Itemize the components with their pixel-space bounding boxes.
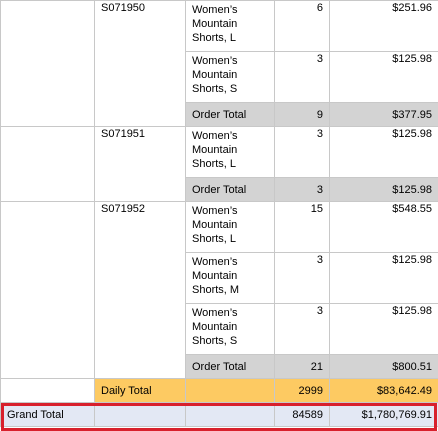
order-number: S071951 [95,127,186,202]
date-cell [1,1,95,127]
table-row: S071950 Women’s Mountain Shorts, L 6 $25… [1,1,438,52]
line-total: $125.98 [330,253,438,304]
line-total: $251.96 [330,1,438,52]
grand-total-amount: $1,780,769.91 [330,403,438,427]
grand-total-row: Grand Total 84589 $1,780,769.91 [1,403,438,427]
line-total: $125.98 [330,127,438,178]
order-total-label: Order Total [186,355,275,379]
grand-total-quantity: 84589 [275,403,330,427]
quantity: 15 [275,202,330,253]
order-total-label: Order Total [186,178,275,202]
order-total-quantity: 21 [275,355,330,379]
product-name: Women’s Mountain Shorts, L [186,127,275,178]
order-total-label: Order Total [186,103,275,127]
order-total-amount: $125.98 [330,178,438,202]
quantity: 3 [275,52,330,103]
daily-total-row: Daily Total 2999 $83,642.49 [1,379,438,403]
daily-total-label: Daily Total [95,379,186,403]
report-table: S071950 Women’s Mountain Shorts, L 6 $25… [0,0,438,427]
product-name: Women’s Mountain Shorts, L [186,1,275,52]
quantity: 6 [275,1,330,52]
order-total-amount: $800.51 [330,355,438,379]
product-name: Women’s Mountain Shorts, L [186,202,275,253]
grand-total-spacer [95,403,186,427]
order-number: S071950 [95,1,186,127]
daily-total-quantity: 2999 [275,379,330,403]
order-total-amount: $377.95 [330,103,438,127]
product-name: Women’s Mountain Shorts, S [186,304,275,355]
table-row: S071952 Women’s Mountain Shorts, L 15 $5… [1,202,438,253]
sales-report: S071950 Women’s Mountain Shorts, L 6 $25… [0,0,438,430]
quantity: 3 [275,304,330,355]
date-cell [1,202,95,379]
line-total: $548.55 [330,202,438,253]
table-row: S071951 Women’s Mountain Shorts, L 3 $12… [1,127,438,178]
date-cell [1,379,95,403]
quantity: 3 [275,127,330,178]
quantity: 3 [275,253,330,304]
grand-total-label: Grand Total [1,403,95,427]
product-name: Women’s Mountain Shorts, S [186,52,275,103]
order-number: S071952 [95,202,186,379]
date-cell [1,127,95,202]
product-name: Women’s Mountain Shorts, M [186,253,275,304]
grand-total-spacer [186,403,275,427]
daily-total-spacer [186,379,275,403]
line-total: $125.98 [330,304,438,355]
order-total-quantity: 9 [275,103,330,127]
line-total: $125.98 [330,52,438,103]
daily-total-amount: $83,642.49 [330,379,438,403]
order-total-quantity: 3 [275,178,330,202]
